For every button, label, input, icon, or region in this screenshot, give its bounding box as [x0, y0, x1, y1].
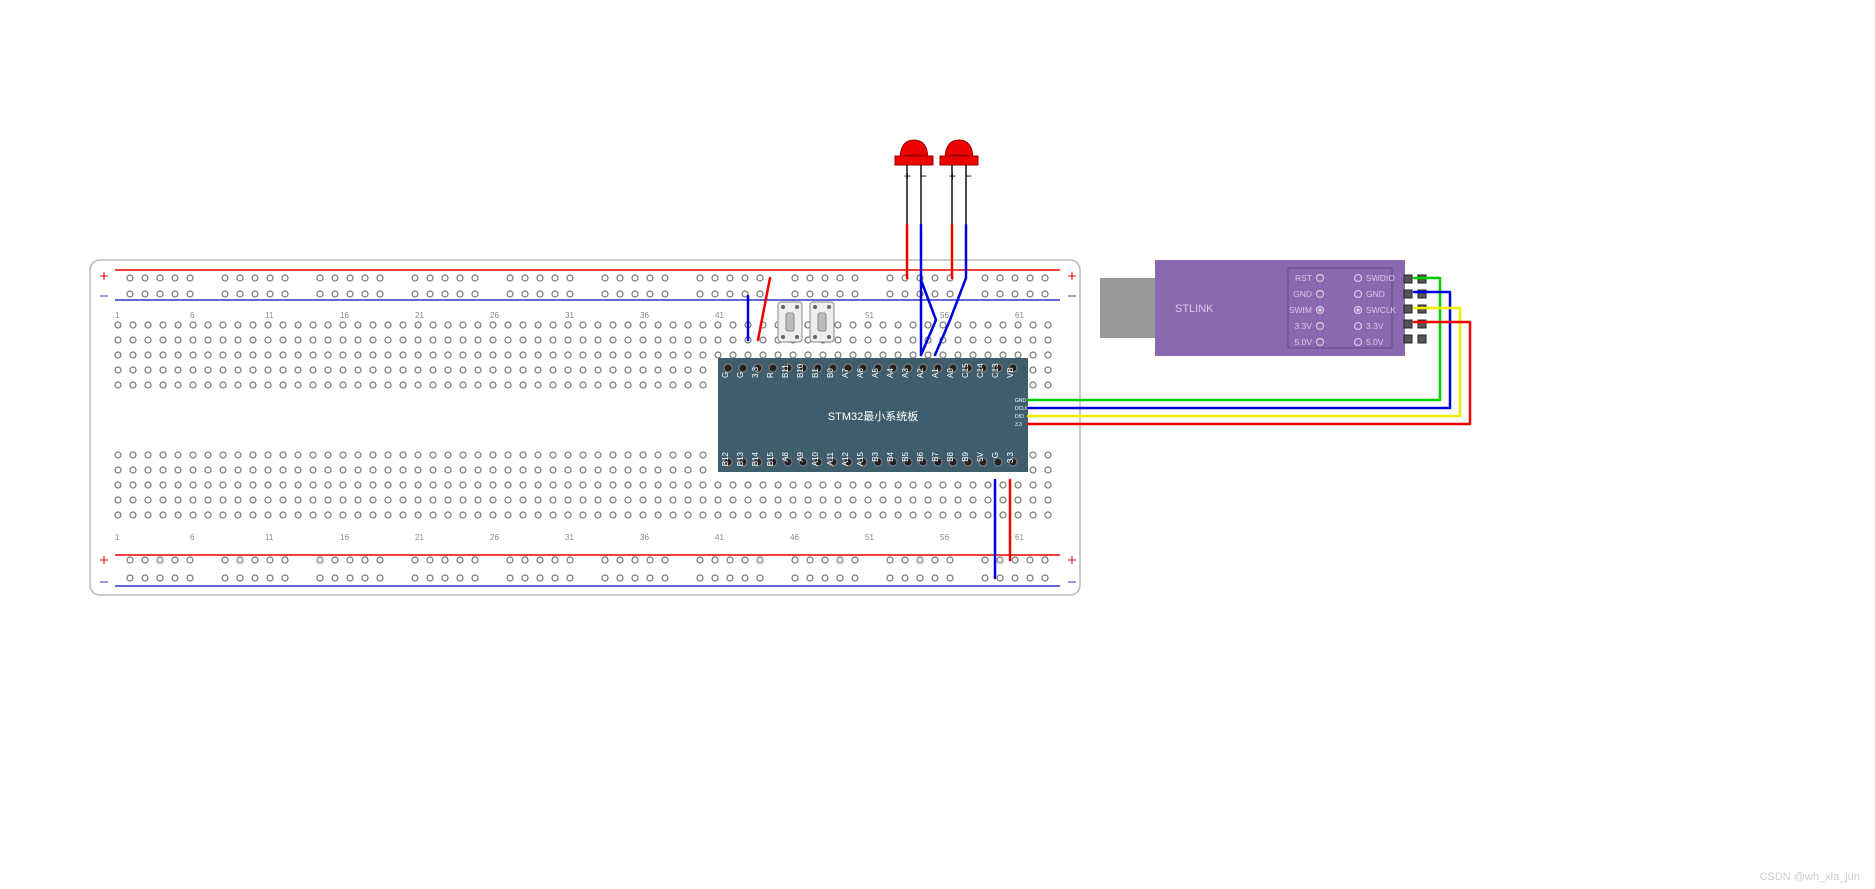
- svg-text:51: 51: [865, 533, 874, 542]
- svg-text:A2: A2: [916, 368, 925, 378]
- svg-text:B0: B0: [826, 368, 835, 378]
- svg-text:36: 36: [640, 311, 649, 320]
- push-button-2: [810, 302, 834, 342]
- svg-text:DIO: DIO: [1015, 414, 1024, 420]
- svg-text:B9: B9: [961, 451, 970, 461]
- svg-text:51: 51: [865, 311, 874, 320]
- svg-text:C13: C13: [991, 363, 1000, 378]
- svg-text:B5: B5: [901, 451, 910, 461]
- svg-text:A3: A3: [901, 368, 910, 378]
- led-1: + −: [895, 140, 933, 183]
- svg-text:6: 6: [190, 311, 195, 320]
- svg-text:A8: A8: [781, 451, 790, 461]
- svg-text:GND: GND: [1293, 289, 1312, 299]
- svg-text:A10: A10: [811, 451, 820, 466]
- svg-text:GND: GND: [1366, 289, 1385, 299]
- svg-text:B3: B3: [871, 451, 880, 461]
- svg-text:SWDIO: SWDIO: [1366, 273, 1395, 283]
- svg-text:G: G: [736, 372, 745, 378]
- svg-text:GND: GND: [1015, 398, 1027, 404]
- svg-text:A1: A1: [931, 368, 940, 378]
- svg-text:B12: B12: [721, 451, 730, 466]
- svg-text:A4: A4: [886, 368, 895, 378]
- svg-text:B11: B11: [781, 364, 790, 378]
- svg-text:16: 16: [340, 311, 349, 320]
- stm32-title: STM32最小系统板: [828, 409, 918, 423]
- svg-text:B4: B4: [886, 451, 895, 461]
- svg-text:3.3: 3.3: [751, 366, 760, 378]
- svg-text:21: 21: [415, 533, 424, 542]
- watermark: CSDN @wh_xia_jun: [1760, 871, 1860, 883]
- svg-text:G: G: [991, 452, 1000, 458]
- svg-text:B6: B6: [916, 451, 925, 461]
- push-button-1: [778, 302, 802, 342]
- svg-text:26: 26: [490, 533, 499, 542]
- svg-text:1: 1: [115, 533, 120, 542]
- svg-text:A11: A11: [826, 451, 835, 465]
- svg-text:RST: RST: [1295, 273, 1312, 283]
- svg-text:A7: A7: [841, 368, 850, 378]
- svg-text:SWCLK: SWCLK: [1366, 305, 1397, 315]
- svg-text:B8: B8: [946, 451, 955, 461]
- svg-text:36: 36: [640, 533, 649, 542]
- svg-text:A12: A12: [841, 451, 850, 466]
- svg-text:61: 61: [1015, 533, 1024, 542]
- stm32-board: GG3.3RB11B10B1B0A7A6A5A4A3A2A1A0C15C14C1…: [718, 358, 1029, 472]
- stlink-title: STLINK: [1175, 303, 1214, 315]
- svg-text:3.3V: 3.3V: [1366, 321, 1384, 331]
- svg-text:41: 41: [715, 533, 724, 542]
- svg-text:B10: B10: [796, 363, 805, 378]
- stlink-programmer: STLINK RST SWDIO GND GND SWIM SWCLK 3.3V 3.3V 5.…: [1100, 260, 1426, 356]
- circuit-diagram: 161116212631364146515661 161116212631364…: [0, 0, 1875, 889]
- svg-text:1: 1: [115, 311, 120, 320]
- svg-text:B15: B15: [766, 451, 775, 466]
- led-2: + −: [940, 140, 978, 183]
- svg-text:G: G: [721, 372, 730, 378]
- svg-text:56: 56: [940, 533, 949, 542]
- svg-text:41: 41: [715, 311, 724, 320]
- svg-text:A0: A0: [946, 368, 955, 378]
- svg-text:C14: C14: [976, 363, 985, 378]
- svg-text:46: 46: [790, 533, 799, 542]
- svg-text:VB: VB: [1006, 367, 1015, 378]
- svg-text:C15: C15: [961, 363, 970, 378]
- svg-text:DCLK: DCLK: [1015, 406, 1029, 412]
- svg-text:5.0V: 5.0V: [1295, 337, 1313, 347]
- svg-text:3.3: 3.3: [1015, 422, 1022, 428]
- svg-text:A15: A15: [856, 451, 865, 466]
- svg-text:B7: B7: [931, 451, 940, 461]
- svg-text:A6: A6: [856, 368, 865, 378]
- svg-text:B1: B1: [811, 368, 820, 378]
- svg-text:26: 26: [490, 311, 499, 320]
- svg-text:16: 16: [340, 533, 349, 542]
- svg-text:A9: A9: [796, 451, 805, 461]
- svg-text:5.0V: 5.0V: [1366, 337, 1384, 347]
- svg-text:56: 56: [940, 311, 949, 320]
- svg-text:11: 11: [265, 311, 274, 320]
- svg-text:B13: B13: [736, 451, 745, 466]
- svg-text:5V: 5V: [976, 451, 985, 461]
- svg-text:3.3V: 3.3V: [1295, 321, 1313, 331]
- svg-text:6: 6: [190, 533, 195, 542]
- svg-text:21: 21: [415, 311, 424, 320]
- svg-text:11: 11: [265, 533, 274, 542]
- svg-text:R: R: [766, 372, 775, 378]
- svg-text:B14: B14: [751, 451, 760, 466]
- svg-text:SWIM: SWIM: [1289, 305, 1312, 315]
- svg-text:61: 61: [1015, 311, 1024, 320]
- svg-text:31: 31: [565, 533, 574, 542]
- svg-text:3.3: 3.3: [1006, 451, 1015, 463]
- svg-text:A5: A5: [871, 368, 880, 378]
- svg-text:31: 31: [565, 311, 574, 320]
